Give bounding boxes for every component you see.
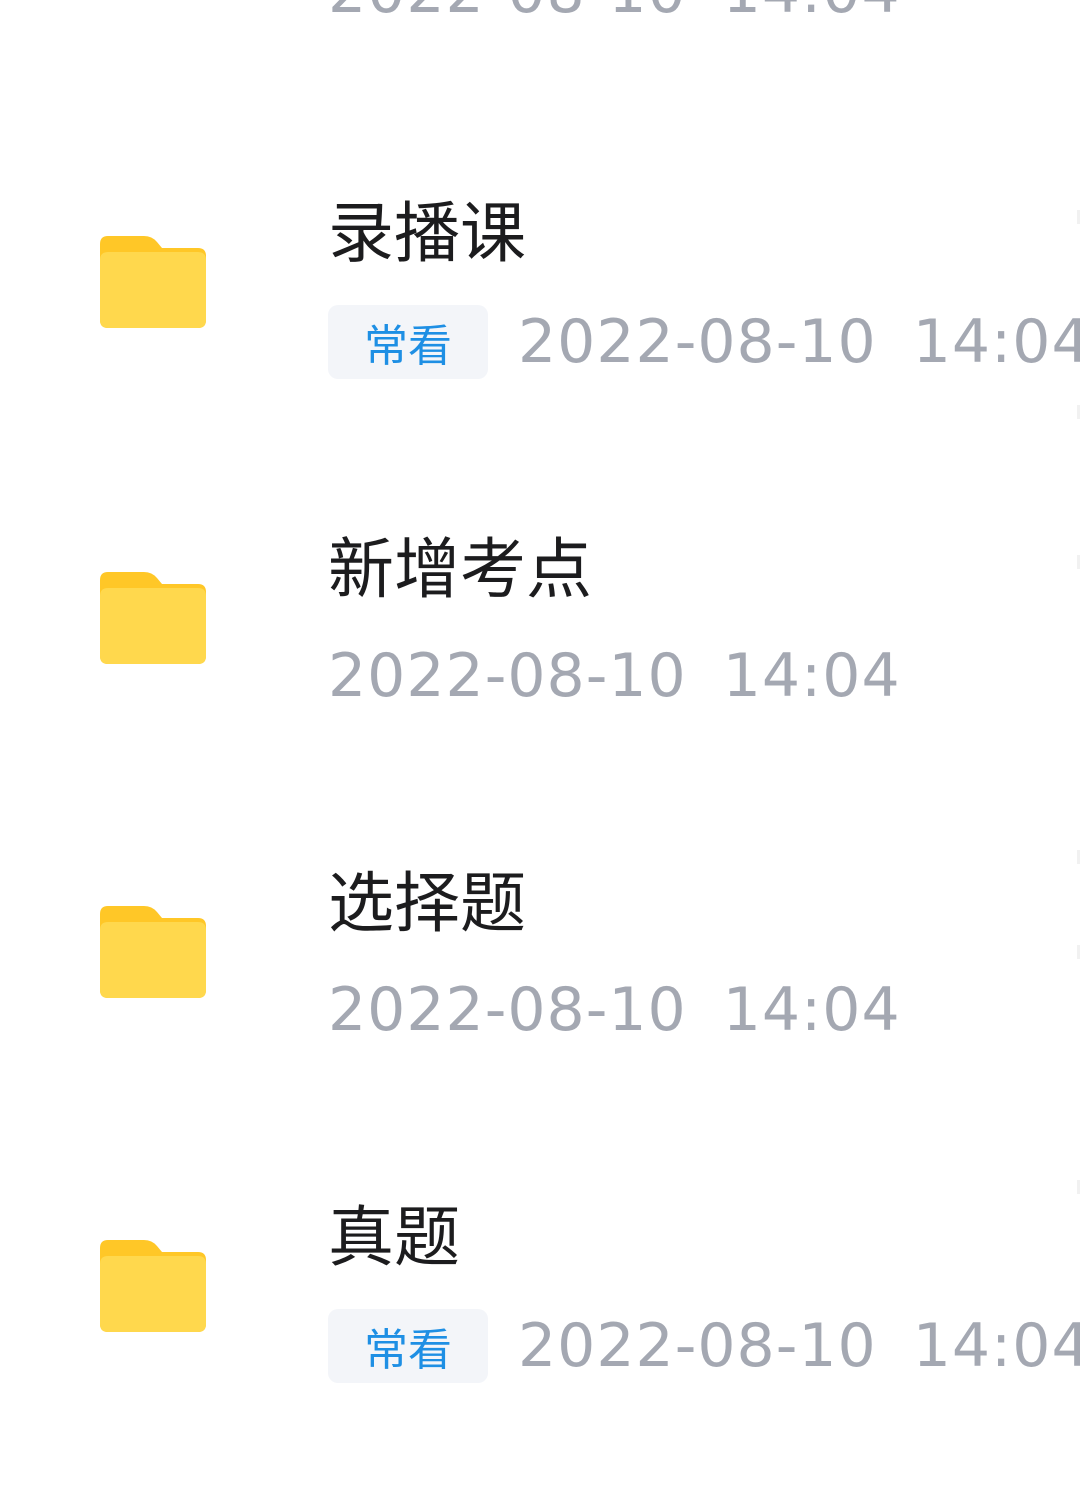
folder-time: 14:04 — [722, 975, 901, 1045]
folder-time: 14:04 — [912, 307, 1080, 377]
folder-date: 2022-08-10 — [518, 1311, 877, 1381]
folder-timestamp: 2022-08-10 14:04 — [518, 1311, 1080, 1381]
folder-icon — [100, 236, 206, 328]
folder-time: 14:04 — [912, 1311, 1080, 1381]
folder-icon — [100, 572, 206, 664]
partial-item-time: 14:04 — [723, 0, 901, 27]
folder-meta: 2022-08-10 14:04 — [328, 972, 901, 1048]
folder-name: 录播课 — [328, 195, 526, 272]
list-item-folder-1[interactable]: 录播课 常看 2022-08-10 14:04 — [0, 168, 1080, 504]
frequent-tag: 常看 — [328, 305, 488, 379]
folder-name: 真题 — [328, 1199, 460, 1276]
folder-date: 2022-08-10 — [328, 975, 687, 1045]
folder-time: 14:04 — [722, 641, 901, 711]
list-item-folder-3[interactable]: 选择题 2022-08-10 14:04 — [0, 838, 1080, 1174]
folder-name: 新增考点 — [328, 531, 592, 608]
list-item-folder-2[interactable]: 新增考点 2022-08-10 14:04 — [0, 504, 1080, 840]
folder-meta: 常看 2022-08-10 14:04 — [328, 304, 1080, 380]
partial-item-date: 2022-08-10 — [328, 0, 687, 27]
folder-meta: 常看 2022-08-10 14:04 — [328, 1308, 1080, 1384]
folder-icon — [100, 906, 206, 998]
folder-timestamp: 2022-08-10 14:04 — [328, 975, 901, 1045]
folder-meta: 2022-08-10 14:04 — [328, 638, 901, 714]
frequent-tag: 常看 — [328, 1309, 488, 1383]
list-item-folder-4[interactable]: 真题 常看 2022-08-10 14:04 — [0, 1172, 1080, 1508]
partial-item-timestamp: 2022-08-1014:04 — [328, 0, 901, 22]
folder-date: 2022-08-10 — [328, 641, 687, 711]
folder-icon — [100, 1240, 206, 1332]
folder-timestamp: 2022-08-10 14:04 — [328, 641, 901, 711]
folder-timestamp: 2022-08-10 14:04 — [518, 307, 1080, 377]
folder-name: 选择题 — [328, 865, 526, 942]
folder-list: 2022-08-10 14:04 录播课 常看 2022-08-10 14:04 新… — [0, 0, 1080, 1438]
folder-date: 2022-08-10 — [518, 307, 877, 377]
